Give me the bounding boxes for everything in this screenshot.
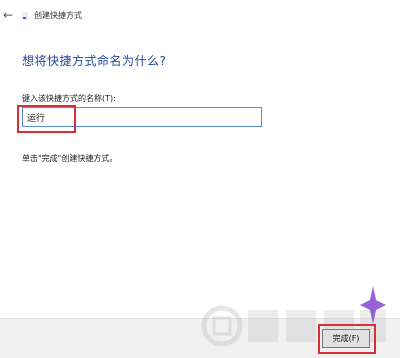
finish-button[interactable]: 完成(F) xyxy=(322,329,370,348)
page-heading: 想将快捷方式命名为什么? xyxy=(22,54,167,68)
window-title: 创建快捷方式 xyxy=(34,11,82,20)
shortcut-name-label: 键入该快捷方式的名称(T): xyxy=(22,94,116,103)
title-bar: ← 创建快捷方式 xyxy=(0,8,400,24)
finish-hint-text: 单击"完成"创建快捷方式。 xyxy=(22,154,118,163)
create-shortcut-dialog: ← 创建快捷方式 想将快捷方式命名为什么? 键入该快捷方式的名称(T): 单击"… xyxy=(0,0,400,358)
arrow-left-icon: ← xyxy=(2,8,14,22)
back-button[interactable]: ← xyxy=(0,8,16,24)
shortcut-app-icon xyxy=(22,12,28,20)
shortcut-name-input[interactable] xyxy=(22,107,262,127)
